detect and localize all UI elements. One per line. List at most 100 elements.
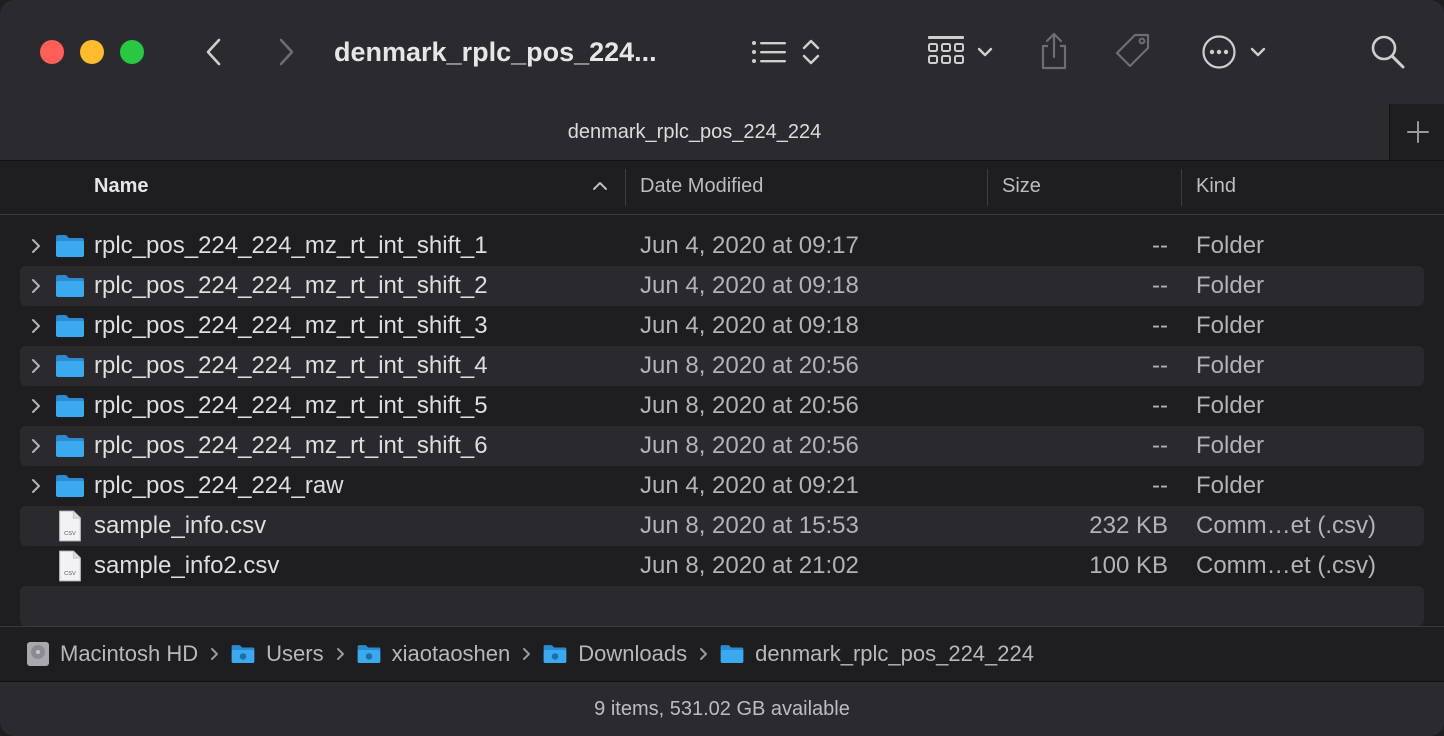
table-row[interactable]: CSV sample_info.csv Jun 8, 2020 at 15:53 23…	[20, 506, 1424, 546]
file-date: Jun 8, 2020 at 21:02	[640, 552, 859, 579]
table-row[interactable]: rplc_pos_224_224_mz_rt_int_shift_4 Jun 8,…	[20, 346, 1424, 386]
breadcrumb-label: Users	[266, 641, 324, 666]
sort-ascending-icon[interactable]	[590, 179, 610, 193]
column-divider[interactable]	[987, 169, 988, 206]
toolbar: denmark_rplc_pos_224...	[0, 0, 1444, 104]
file-name: rplc_pos_224_224_mz_rt_int_shift_6	[94, 432, 488, 459]
hard-drive-icon	[26, 641, 50, 667]
table-row[interactable]: CSV sample_info2.csv Jun 8, 2020 at 21:02 1…	[20, 546, 1424, 586]
tag-icon	[1115, 33, 1150, 68]
forward-icon	[279, 38, 294, 66]
file-kind: Folder	[1196, 232, 1265, 259]
group-by-button[interactable]	[922, 32, 998, 72]
tab-bar: denmark_rplc_pos_224_224	[0, 104, 1444, 161]
file-date: Jun 4, 2020 at 09:21	[640, 472, 859, 499]
file-size: --	[1152, 472, 1168, 499]
file-name: rplc_pos_224_224_mz_rt_int_shift_2	[94, 272, 488, 299]
file-size: --	[1152, 272, 1168, 299]
breadcrumb-item[interactable]: Users	[230, 641, 324, 667]
tab-current-folder[interactable]: denmark_rplc_pos_224_224	[0, 104, 1389, 160]
more-actions-button[interactable]	[1198, 32, 1270, 72]
search-icon	[1371, 35, 1405, 69]
empty-row	[20, 586, 1424, 626]
column-kind[interactable]: Kind	[1196, 161, 1236, 214]
disclosure-triangle-icon[interactable]	[30, 398, 42, 414]
file-date: Jun 4, 2020 at 09:18	[640, 312, 859, 339]
chevron-right-icon	[521, 647, 531, 661]
csv-file-icon: CSV	[59, 550, 81, 582]
file-kind: Folder	[1196, 352, 1265, 379]
disclosure-triangle-icon[interactable]	[30, 318, 42, 334]
file-date: Jun 4, 2020 at 09:17	[640, 232, 859, 259]
downloads-folder-icon	[542, 643, 568, 665]
zoom-button[interactable]	[120, 40, 144, 64]
column-date-modified[interactable]: Date Modified	[640, 161, 763, 214]
forward-button[interactable]	[268, 34, 304, 70]
file-kind: Folder	[1196, 392, 1265, 419]
disclosure-triangle-icon[interactable]	[30, 358, 42, 374]
breadcrumb-item[interactable]: denmark_rplc_pos_224_224	[719, 641, 1034, 667]
back-icon	[206, 38, 221, 66]
chevron-down-icon	[977, 47, 993, 57]
file-date: Jun 8, 2020 at 15:53	[640, 512, 859, 539]
file-size: 100 KB	[1089, 552, 1168, 579]
table-row[interactable]: rplc_pos_224_224_raw Jun 4, 2020 at 09:21…	[20, 466, 1424, 506]
breadcrumb-label: denmark_rplc_pos_224_224	[755, 641, 1034, 666]
file-name: rplc_pos_224_224_mz_rt_int_shift_3	[94, 312, 488, 339]
file-name: rplc_pos_224_224_mz_rt_int_shift_5	[94, 392, 488, 419]
sort-arrows-icon	[802, 39, 820, 65]
column-divider[interactable]	[1181, 169, 1182, 206]
file-kind: Comm…et (.csv)	[1196, 552, 1376, 579]
disclosure-triangle-icon[interactable]	[30, 278, 42, 294]
file-date: Jun 8, 2020 at 20:56	[640, 392, 859, 419]
table-row[interactable]: rplc_pos_224_224_mz_rt_int_shift_5 Jun 8,…	[20, 386, 1424, 426]
file-size: --	[1152, 432, 1168, 459]
breadcrumb-item[interactable]: Downloads	[542, 641, 687, 667]
back-button[interactable]	[196, 34, 232, 70]
finder-window: denmark_rplc_pos_224... denmark_rplc_pos…	[0, 0, 1444, 736]
view-options-button[interactable]	[744, 34, 828, 70]
tag-button[interactable]	[1112, 30, 1154, 72]
status-bar: 9 items, 531.02 GB available	[0, 682, 1444, 736]
path-bar: Macintosh HD Users xiaotaoshen Downloads den…	[0, 626, 1444, 682]
table-row[interactable]: rplc_pos_224_224_mz_rt_int_shift_2 Jun 4,…	[20, 266, 1424, 306]
chevron-right-icon	[209, 647, 219, 661]
column-size[interactable]: Size	[1002, 161, 1041, 214]
svg-text:CSV: CSV	[64, 531, 76, 537]
disclosure-triangle-icon[interactable]	[30, 478, 42, 494]
folder-icon	[56, 435, 84, 457]
breadcrumb-item[interactable]: Macintosh HD	[26, 641, 198, 667]
column-name[interactable]: Name	[94, 161, 148, 214]
file-list: rplc_pos_224_224_mz_rt_int_shift_1 Jun 4,…	[0, 226, 1444, 626]
new-tab-button[interactable]	[1389, 104, 1444, 160]
chevron-right-icon	[335, 647, 345, 661]
folder-icon	[56, 235, 84, 257]
file-name: sample_info2.csv	[94, 552, 280, 579]
list-view-icon	[752, 41, 786, 63]
table-row[interactable]: rplc_pos_224_224_mz_rt_int_shift_1 Jun 4,…	[20, 226, 1424, 266]
file-size: --	[1152, 392, 1168, 419]
close-button[interactable]	[40, 40, 64, 64]
file-kind: Folder	[1196, 472, 1265, 499]
column-divider[interactable]	[625, 169, 626, 206]
file-size: 232 KB	[1089, 512, 1168, 539]
file-date: Jun 8, 2020 at 20:56	[640, 432, 859, 459]
folder-icon	[56, 475, 84, 497]
minimize-button[interactable]	[80, 40, 104, 64]
window-title: denmark_rplc_pos_224...	[334, 37, 657, 67]
users-folder-icon	[230, 643, 256, 665]
disclosure-triangle-icon[interactable]	[30, 438, 42, 454]
search-button[interactable]	[1368, 32, 1408, 72]
table-row[interactable]: rplc_pos_224_224_mz_rt_int_shift_6 Jun 8,…	[20, 426, 1424, 466]
chevron-right-icon	[698, 647, 708, 661]
file-kind: Comm…et (.csv)	[1196, 512, 1376, 539]
table-row[interactable]: rplc_pos_224_224_mz_rt_int_shift_3 Jun 4,…	[20, 306, 1424, 346]
share-icon	[1041, 32, 1067, 70]
chevron-down-icon	[1250, 47, 1266, 57]
disclosure-triangle-icon[interactable]	[30, 238, 42, 254]
file-size: --	[1152, 352, 1168, 379]
share-button[interactable]	[1036, 30, 1072, 72]
column-header: Name Date Modified Size Kind	[0, 161, 1444, 215]
breadcrumb-item[interactable]: xiaotaoshen	[356, 641, 510, 667]
svg-text:CSV: CSV	[64, 571, 76, 577]
